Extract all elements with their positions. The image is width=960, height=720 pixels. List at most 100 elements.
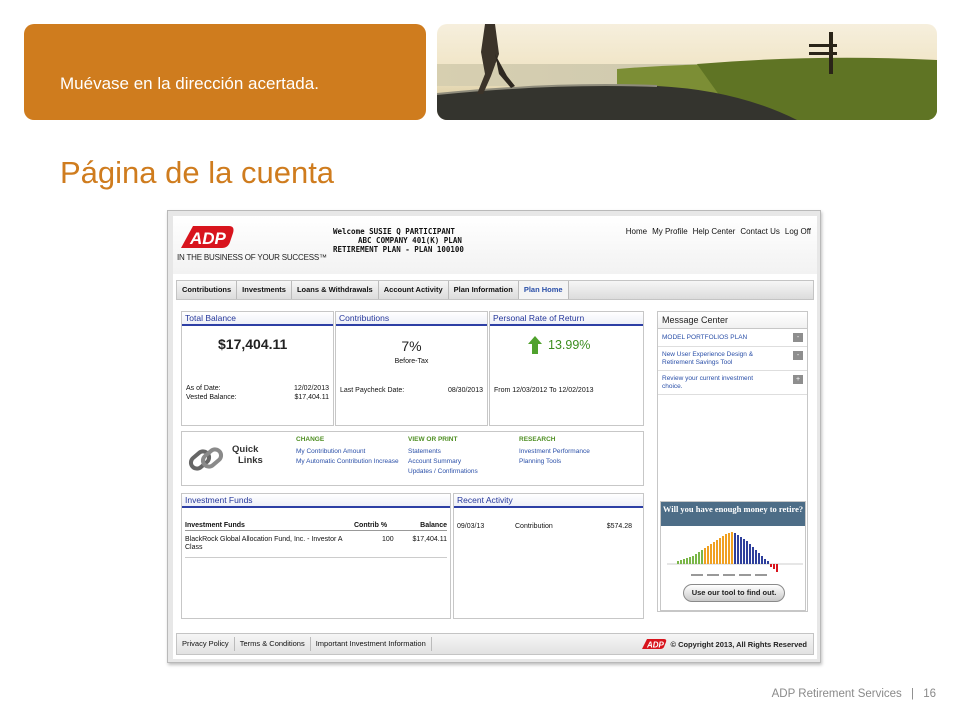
tagline: IN THE BUSINESS OF YOUR SUCCESS™ [177,253,327,262]
contributions-panel: Contributions 7% Before-Tax Last Paychec… [335,311,488,426]
page-title: Página de la cuenta [60,155,335,190]
collapse-button[interactable]: - [793,333,803,342]
top-nav: Home My Profile Help Center Contact Us L… [626,227,811,236]
total-balance-amount: $17,404.11 [218,336,288,352]
col-investment-funds: Investment Funds [185,522,245,529]
fund-name[interactable]: BlackRock Global Allocation Fund, Inc. -… [185,536,345,552]
activity-amount: $574.28 [606,523,632,530]
expand-button[interactable]: + [793,375,803,384]
up-arrow-icon [528,336,542,359]
tab-plan-home[interactable]: Plan Home [518,281,569,299]
company-plan: ABC COMPANY 401(K) PLAN [358,236,462,245]
welcome-block: Welcome SUSIE Q PARTICIPANT ABC COMPANY … [333,227,464,254]
message-item-text[interactable]: MODEL PORTFOLIOS PLAN [662,334,747,341]
find-out-button[interactable]: Use our tool to find out. [683,584,785,602]
adp-logo[interactable]: ADP [179,224,235,250]
nav-my-profile-link[interactable]: My Profile [652,227,688,236]
last-paycheck-value: 08/30/2013 [447,387,483,394]
as-of-value: 12/02/2013 [293,385,329,392]
total-balance-title: Total Balance [182,312,333,326]
footer-privacy-policy-link[interactable]: Privacy Policy [177,637,235,651]
footer-investment-info-link[interactable]: Important Investment Information [311,637,432,651]
link-automatic-contribution-increase[interactable]: My Automatic Contribution Increase [296,458,406,466]
last-paycheck-label: Last Paycheck Date: [340,387,405,394]
research-heading: RESEARCH [519,436,556,443]
activity-type: Contribution [515,523,553,530]
message-center-title: Message Center [658,312,807,329]
quick-links-title-line1: Quick [232,444,259,455]
recent-activity-panel: Recent Activity 09/03/13 Contribution $5… [453,493,644,619]
view-print-links: VIEW OR PRINT Statements Account Summary… [408,436,513,476]
quick-links-title-line2: Links [238,455,263,466]
tab-investments[interactable]: Investments [237,281,292,299]
activity-date: 09/03/13 [457,523,485,530]
message-item[interactable]: MODEL PORTFOLIOS PLAN - [658,329,807,347]
fund-balance: $17,404.11 [412,536,447,543]
tab-account-activity[interactable]: Account Activity [379,281,449,299]
rate-of-return-title: Personal Rate of Return [490,312,643,326]
investment-funds-panel: Investment Funds Investment Funds Contri… [181,493,451,619]
link-planning-tools[interactable]: Planning Tools [519,458,639,466]
total-balance-panel: Total Balance $17,404.11 As of Date: 12/… [181,311,334,426]
nav-log-off-link[interactable]: Log Off [785,227,811,236]
rate-period: From 12/03/2012 To 12/02/2013 [494,387,594,394]
rate-of-return-value: 13.99% [548,338,591,352]
vested-balance-value: $17,404.11 [294,394,329,401]
retirement-projection-chart [667,530,803,583]
nav-contact-us-link[interactable]: Contact Us [740,227,780,236]
col-balance: Balance [420,522,447,529]
plan-id: RETIREMENT PLAN - PLAN 100100 [333,245,464,254]
page-number: 16 [923,688,936,700]
col-contrib-percent: Contrib % [354,522,388,529]
retirement-promo[interactable]: Will you have enough money to retire? Us… [660,501,806,611]
message-item[interactable]: New User Experience Design & Retirement … [658,347,807,371]
nav-home-link[interactable]: Home [626,227,647,236]
rate-of-return-panel: Personal Rate of Return 13.99% From 12/0… [489,311,644,426]
link-investment-performance[interactable]: Investment Performance [519,448,639,456]
message-item-text[interactable]: New User Experience Design & Retirement … [662,351,782,367]
promo-headline: Will you have enough money to retire? [661,502,805,526]
view-print-heading: VIEW OR PRINT [408,436,458,443]
as-of-label: As of Date: [186,385,221,392]
svg-text:ADP: ADP [646,641,665,650]
contributions-title: Contributions [336,312,487,326]
chain-link-icon [188,442,224,481]
svg-text:ADP: ADP [189,229,227,248]
vested-balance-label: Vested Balance: [186,394,237,401]
table-row[interactable]: BlackRock Global Allocation Fund, Inc. -… [185,536,447,558]
recent-activity-title: Recent Activity [454,494,643,508]
tab-contributions[interactable]: Contributions [177,281,238,299]
research-links: RESEARCH Investment Performance Planning… [519,436,639,466]
message-item[interactable]: Review your current investment choice. + [658,371,807,395]
quick-links-panel: Quick Links CHANGE My Contribution Amoun… [181,431,644,486]
runner-photo [437,24,937,120]
welcome-name: Welcome SUSIE Q PARTICIPANT [333,227,455,236]
footer-terms-link[interactable]: Terms & Conditions [235,637,311,651]
app-header: ADP IN THE BUSINESS OF YOUR SUCCESS™ Wel… [173,216,817,274]
link-updates-confirmations[interactable]: Updates / Confirmations [408,468,513,476]
slide-footer: ADP Retirement Services | 16 [772,688,936,700]
quick-links-title: Quick Links [232,444,263,466]
banner-text: Muévase en la dirección acertada. [60,74,319,93]
contribution-type: Before-Tax [394,358,429,365]
funds-table-header: Investment Funds Contrib % Balance [185,522,447,531]
link-account-summary[interactable]: Account Summary [408,458,513,466]
title-banner: Muévase en la dirección acertada. [24,24,426,120]
main-tabs: Contributions Investments Loans & Withdr… [176,280,814,300]
collapse-button[interactable]: - [793,351,803,360]
message-item-text[interactable]: Review your current investment choice. [662,375,762,391]
change-heading: CHANGE [296,436,325,443]
fund-contrib: 100 [382,536,394,543]
nav-help-center-link[interactable]: Help Center [693,227,736,236]
tab-plan-information[interactable]: Plan Information [449,281,519,299]
footer-company: ADP Retirement Services [771,688,902,700]
contribution-percent: 7% [401,338,422,354]
account-page-screenshot: ADP IN THE BUSINESS OF YOUR SUCCESS™ Wel… [167,210,821,663]
link-my-contribution-amount[interactable]: My Contribution Amount [296,448,406,456]
footer-copyright-block: ADP © Copyright 2013, All Rights Reserve… [641,638,813,650]
app-footer: Privacy Policy Terms & Conditions Import… [176,633,814,655]
copyright-text: © Copyright 2013, All Rights Reserved [670,639,807,649]
table-row[interactable]: 09/03/13 Contribution $574.28 [457,523,640,535]
link-statements[interactable]: Statements [408,448,513,456]
tab-loans-withdrawals[interactable]: Loans & Withdrawals [292,281,379,299]
